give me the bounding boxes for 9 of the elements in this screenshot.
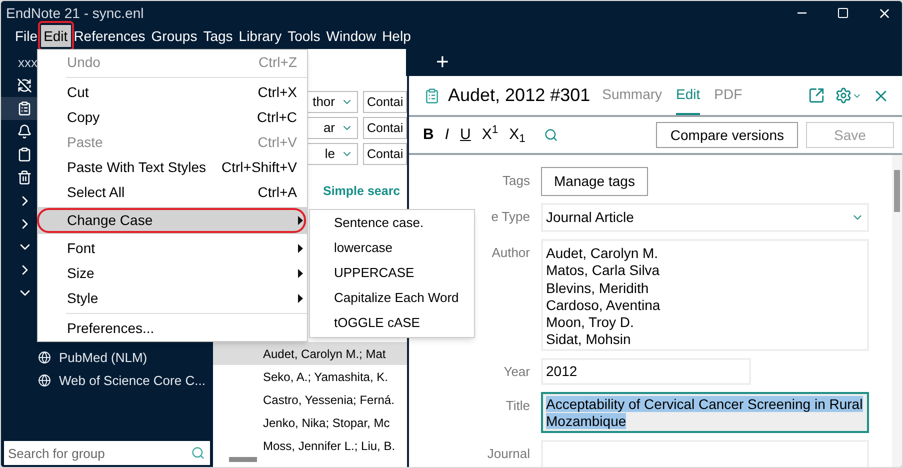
window-title: EndNote 21 - sync.enl (6, 4, 144, 23)
field-label: Year (504, 364, 530, 379)
field-label: Tags (502, 173, 530, 188)
reference-title: Audet, 2012 #301 (448, 84, 590, 107)
field-label: Author (492, 245, 530, 260)
field-label: Title (506, 398, 530, 413)
field-label: e Type (491, 209, 530, 224)
account-name: xxx (18, 54, 38, 72)
field-label: Journal (487, 446, 530, 461)
